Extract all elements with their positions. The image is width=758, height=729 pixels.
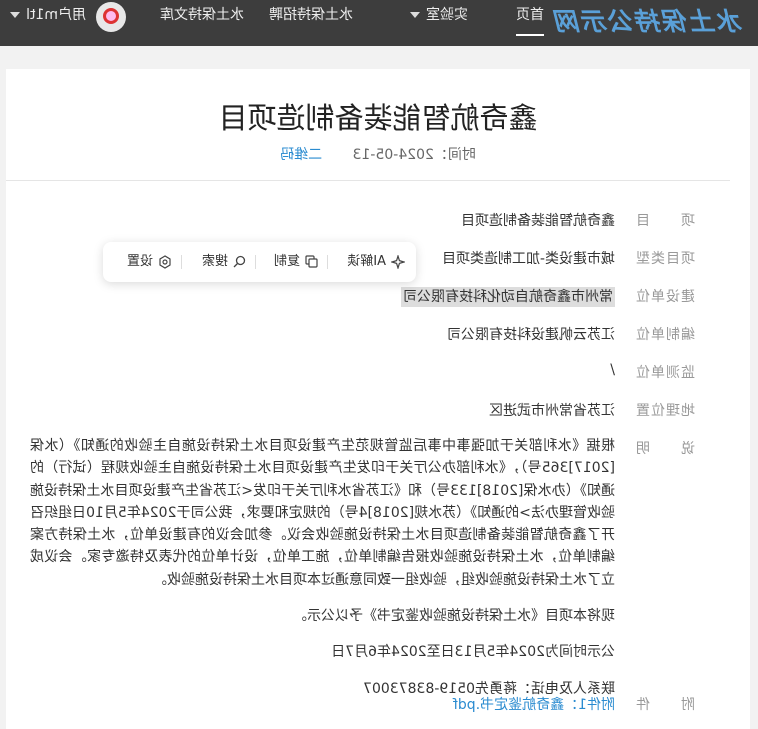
field-label-project: 项 目 [635, 213, 695, 229]
nav-recruit[interactable]: 水土保持招聘 [269, 0, 353, 34]
toolbar-divider [327, 255, 328, 269]
attachment-label: 附件1： [564, 697, 615, 713]
search-button[interactable]: 搜索 [202, 242, 246, 282]
top-navbar: 水土保持公示网 首页 实验室 水土保持招聘 水土保持文库 用户m1tl [0, 0, 758, 46]
field-label-type: 项目类型 [635, 251, 695, 267]
attachment-file: 鑫奇航鉴定书.pdf [452, 697, 565, 713]
nav-lab[interactable]: 实验室 [410, 0, 468, 34]
field-label-description: 说 明 [635, 441, 695, 457]
description-paragraph: 现将本项目《水土保持设施验收鉴定书》予以公示。 [293, 608, 615, 625]
ai-explain-label: AI解读 [347, 254, 386, 269]
article-card: 鑫奇航智能装备制造项目 时间：2024-05-13 二维码 项 目 鑫奇航智能装… [6, 69, 750, 729]
field-label-builder: 建设单位 [635, 289, 695, 305]
qr-code-link[interactable]: 二维码 [280, 147, 322, 163]
avatar[interactable] [96, 2, 126, 32]
settings-label: 设置 [126, 254, 153, 269]
settings-button[interactable]: 设置 [127, 242, 172, 282]
description-paragraph: 根据《水利部关于加强事中事后监管规范生产建设项目水土保持设施自主验收的通知》（水… [30, 438, 615, 588]
publish-time: 时间：2024-05-13 [352, 147, 476, 163]
field-value-type: 城市建设类-加工制造类项目 [441, 251, 615, 267]
copy-button[interactable]: 复制 [274, 242, 318, 282]
nav-lab-label: 实验室 [426, 7, 468, 23]
user-name: 用户m1tl [26, 7, 86, 23]
caret-down-icon [10, 12, 21, 18]
field-label-location: 地理位置 [635, 403, 695, 419]
selection-toolbar: AI解读 复制 搜索 设置 [103, 242, 416, 282]
selected-text[interactable]: 常州市鑫奇航自动化科技有限公司 [401, 287, 615, 307]
description-text: 根据《水利部关于加强事中事后监管规范生产建设项目水土保持设施自主验收的通知》（水… [30, 435, 615, 714]
divider [6, 180, 730, 181]
field-label-monitor: 监测单位 [635, 365, 695, 381]
nav-user[interactable]: 用户m1tl [10, 0, 86, 34]
avatar-face [106, 11, 116, 21]
field-value-project: 鑫奇航智能装备制造项目 [461, 213, 615, 229]
gear-icon [159, 254, 171, 269]
toolbar-divider [181, 255, 182, 269]
field-value-monitor: / [610, 362, 615, 378]
field-value-location: 江苏省常州市武进区 [489, 403, 615, 419]
nav-home[interactable]: 首页 [516, 0, 544, 36]
search-icon [233, 255, 246, 268]
toolbar-divider [255, 255, 256, 269]
caret-down-icon [410, 12, 420, 18]
copy-icon [305, 255, 318, 268]
field-value-builder: 常州市鑫奇航自动化科技有限公司 [401, 286, 615, 307]
article-meta: 时间：2024-05-13 二维码 [6, 144, 750, 164]
page: 水土保持公示网 首页 实验室 水土保持招聘 水土保持文库 用户m1tl 鑫奇航智… [0, 0, 758, 729]
copy-label: 复制 [273, 254, 300, 269]
search-label: 搜索 [201, 254, 228, 269]
sparkle-icon [391, 254, 405, 269]
site-logo[interactable]: 水土保持公示网 [554, 2, 743, 38]
attachment-link[interactable]: 附件1：鑫奇航鉴定书.pdf [453, 694, 615, 714]
field-label-compiler: 编制单位 [635, 327, 695, 343]
field-value-compiler: 江苏云帆建设科技有限公司 [447, 327, 615, 343]
ai-explain-button[interactable]: AI解读 [347, 242, 405, 282]
nav-library[interactable]: 水土保持文库 [160, 0, 244, 34]
field-label-attachment: 附 件 [635, 697, 695, 713]
description-paragraph: 公示时间为2024年5月13日至2024年6月7日 [331, 644, 615, 661]
page-title: 鑫奇航智能装备制造项目 [218, 101, 538, 135]
